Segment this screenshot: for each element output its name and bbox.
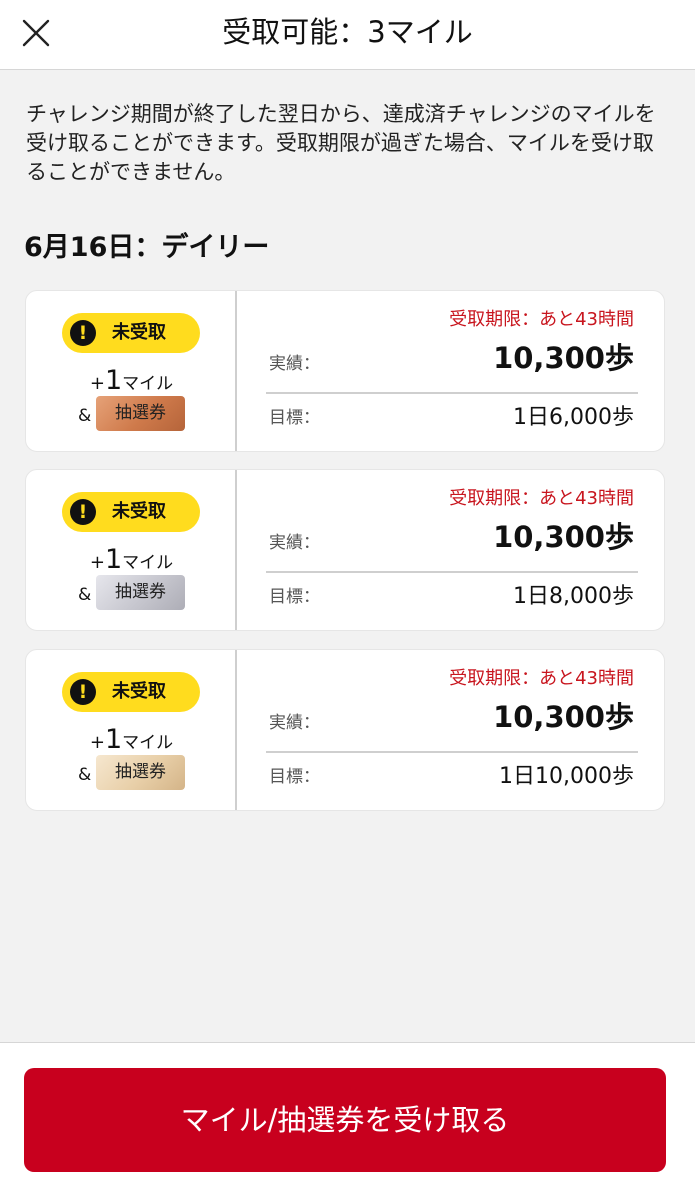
- challenge-card: ! 未受取 +1マイル & 抽選券 受取期限：あと43時間 実績： 10,300…: [25, 290, 665, 452]
- actual-label: 実績：: [269, 713, 320, 733]
- exclamation-icon: !: [70, 679, 96, 705]
- divider: [266, 751, 638, 753]
- lottery-ticket-silver: 抽選券: [96, 575, 185, 610]
- goal-label: 目標：: [269, 767, 320, 787]
- goal-value: 1日6,000歩: [513, 405, 634, 430]
- status-badge: ! 未受取: [62, 313, 200, 353]
- lottery-ticket-bronze: 抽選券: [96, 396, 185, 431]
- divider: [266, 571, 638, 573]
- deadline-text: 受取期限：あと43時間: [449, 668, 634, 689]
- actual-label: 実績：: [269, 354, 320, 374]
- actual-value: 10,300歩: [493, 341, 634, 375]
- description-text: チャレンジ期間が終了した翌日から、達成済チャレンジのマイルを受け取ることができま…: [26, 102, 656, 184]
- exclamation-icon: !: [70, 499, 96, 525]
- goal-value: 1日10,000歩: [499, 764, 634, 789]
- status-label: 未受取: [112, 501, 166, 522]
- status-label: 未受取: [112, 322, 166, 343]
- goal-value: 1日8,000歩: [513, 584, 634, 609]
- reward-miles: +1マイル: [89, 544, 174, 575]
- page-title: 受取可能：3マイル: [222, 15, 473, 49]
- claim-rewards-button[interactable]: マイル/抽選券を受け取る: [24, 1068, 666, 1172]
- reward-miles: +1マイル: [89, 724, 174, 755]
- deadline-text: 受取期限：あと43時間: [449, 488, 634, 509]
- reward-panel: ! 未受取 +1マイル & 抽選券: [26, 470, 237, 630]
- footer-bar: マイル/抽選券を受け取る: [0, 1042, 695, 1200]
- goal-label: 目標：: [269, 408, 320, 428]
- challenge-card: ! 未受取 +1マイル & 抽選券 受取期限：あと43時間 実績： 10,300…: [25, 649, 665, 811]
- ampersand: &: [78, 765, 92, 785]
- reward-panel: ! 未受取 +1マイル & 抽選券: [26, 650, 237, 810]
- status-badge: ! 未受取: [62, 672, 200, 712]
- close-icon: [22, 19, 50, 47]
- actual-label: 実績：: [269, 533, 320, 553]
- deadline-text: 受取期限：あと43時間: [449, 309, 634, 330]
- reward-miles: +1マイル: [89, 365, 174, 396]
- status-badge: ! 未受取: [62, 492, 200, 532]
- close-button[interactable]: [14, 11, 58, 55]
- reward-panel: ! 未受取 +1マイル & 抽選券: [26, 291, 237, 451]
- actual-value: 10,300歩: [493, 520, 634, 554]
- actual-value: 10,300歩: [493, 700, 634, 734]
- section-title: 6月16日：デイリー: [24, 232, 270, 263]
- header-bar: 受取可能：3マイル: [0, 0, 695, 70]
- ampersand: &: [78, 585, 92, 605]
- status-label: 未受取: [112, 681, 166, 702]
- lottery-ticket-gold: 抽選券: [96, 755, 185, 790]
- divider: [266, 392, 638, 394]
- goal-label: 目標：: [269, 587, 320, 607]
- exclamation-icon: !: [70, 320, 96, 346]
- ampersand: &: [78, 406, 92, 426]
- challenge-card: ! 未受取 +1マイル & 抽選券 受取期限：あと43時間 実績： 10,300…: [25, 469, 665, 631]
